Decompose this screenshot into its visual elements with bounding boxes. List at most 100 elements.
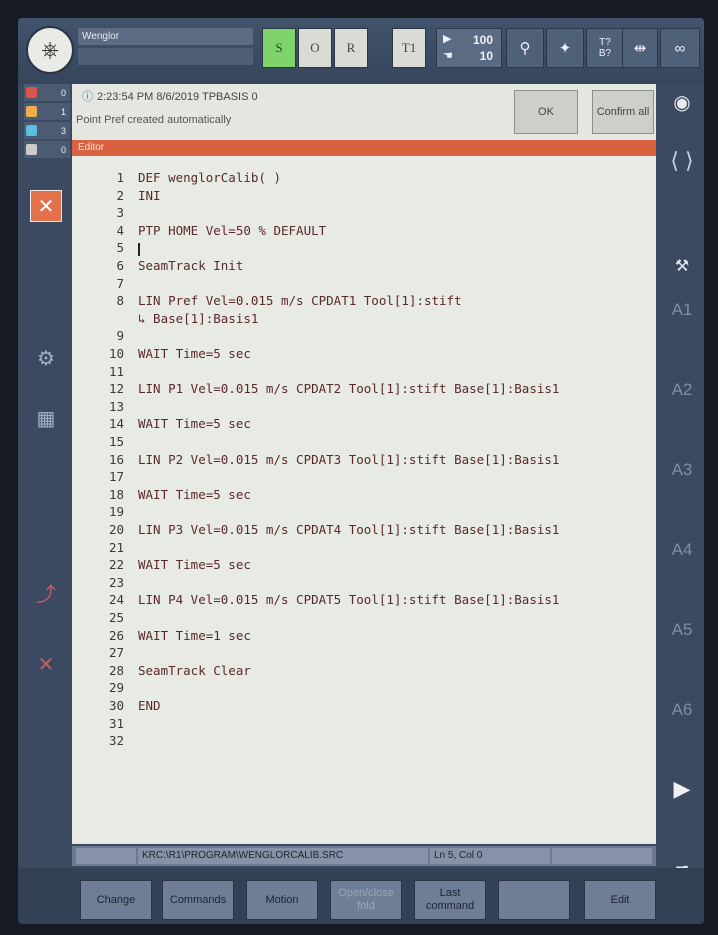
code-line[interactable]: 6 SeamTrack Init (72, 258, 656, 276)
code-line[interactable]: 4 PTP HOME Vel=50 % DEFAULT (72, 223, 656, 241)
motion-button[interactable]: Motion (246, 880, 318, 920)
jog-mode-icon[interactable]: ✦ (546, 28, 584, 68)
axis-label-a5[interactable]: A5 (662, 620, 702, 640)
code-text: LIN P1 Vel=0.015 m/s CPDAT2 Tool[1]:stif… (138, 381, 560, 397)
code-line[interactable]: 2 INI (72, 188, 656, 206)
submit-interpreter-status[interactable]: S (262, 28, 296, 68)
robot-name-field[interactable]: Wenglor (78, 28, 253, 45)
infinity-button[interactable]: ∞ (660, 28, 700, 68)
axis-label-a3[interactable]: A3 (662, 460, 702, 480)
jog-axis-icon[interactable]: ✕ (28, 646, 64, 682)
axis-label-a6[interactable]: A6 (662, 700, 702, 720)
code-line[interactable]: 16 LIN P2 Vel=0.015 m/s CPDAT3 Tool[1]:st… (72, 452, 656, 470)
line-number: 12 (108, 381, 124, 397)
code-line[interactable]: 14 WAIT Time=5 sec (72, 416, 656, 434)
main-menu-button[interactable]: ⎈ (26, 26, 74, 74)
line-number: 27 (108, 645, 124, 661)
line-number: 17 (108, 469, 124, 485)
code-line[interactable]: 28 SeamTrack Clear (72, 663, 656, 681)
message-time: 2:23:54 PM 8/6/2019 TPBASIS 0 (97, 91, 258, 103)
edit-button[interactable]: Edit (584, 880, 656, 920)
last-command-button[interactable]: Last command (414, 880, 486, 920)
code-line[interactable]: 18 WAIT Time=5 sec (72, 487, 656, 505)
operating-mode-status[interactable]: T1 (392, 28, 426, 68)
code-line[interactable]: 24 LIN P4 Vel=0.015 m/s CPDAT5 Tool[1]:st… (72, 592, 656, 610)
code-line[interactable]: 17 (72, 469, 656, 487)
jog-cartesian-icon[interactable]: ⤴ (28, 574, 64, 610)
code-line[interactable]: 32 (72, 733, 656, 751)
jog-override-value: 10 (479, 49, 493, 63)
gear-settings-icon[interactable]: ⚙ (28, 340, 64, 376)
warning-counter[interactable]: 1 (24, 103, 70, 120)
empty-softkey[interactable] (498, 880, 570, 920)
dialog-icon (26, 144, 37, 155)
axis-label-a4[interactable]: A4 (662, 540, 702, 560)
drives-status[interactable]: O (298, 28, 332, 68)
line-number: 26 (108, 627, 124, 643)
error-counter[interactable]: 0 (24, 84, 70, 101)
line-number: 32 (108, 733, 124, 749)
code-line[interactable]: 12 LIN P1 Vel=0.015 m/s CPDAT2 Tool[1]:st… (72, 381, 656, 399)
code-line[interactable]: 10 WAIT Time=5 sec (72, 346, 656, 364)
code-line[interactable]: 22 WAIT Time=5 sec (72, 557, 656, 575)
text-cursor (138, 243, 140, 257)
code-line[interactable]: 26 WAIT Time=1 sec (72, 628, 656, 646)
code-text: PTP HOME Vel=50 % DEFAULT (138, 222, 327, 238)
code-line[interactable]: 5 (72, 240, 656, 258)
start-play-icon[interactable]: ▶ (662, 776, 702, 802)
program-editor[interactable]: 1 DEF wenglorCalib( ) 2 INI 3 4 PTP HOME Vel=5… (72, 156, 656, 844)
code-line[interactable]: 25 (72, 610, 656, 628)
confirm-all-button[interactable]: Confirm all (592, 90, 654, 134)
change-button[interactable]: Change (80, 880, 152, 920)
code-line[interactable]: 20 LIN P3 Vel=0.015 m/s CPDAT4 Tool[1]:st… (72, 522, 656, 540)
code-line[interactable]: 11 (72, 364, 656, 382)
incremental-jog-icon[interactable]: ⇹ (622, 28, 658, 68)
code-line[interactable]: 3 (72, 205, 656, 223)
jog-hand-icon: ☚ (443, 50, 453, 62)
line-number: 28 (108, 662, 124, 678)
code-line[interactable]: 9 (72, 328, 656, 346)
code-text: WAIT Time=5 sec (138, 557, 251, 573)
open-close-fold-button[interactable]: Open/close fold (330, 880, 402, 920)
axis-label-a1[interactable]: A1 (662, 300, 702, 320)
code-line[interactable]: 19 (72, 504, 656, 522)
line-number: 11 (108, 363, 124, 379)
dialog-counter[interactable]: 0 (24, 141, 70, 158)
code-line[interactable]: 23 (72, 575, 656, 593)
program-status-field[interactable] (78, 48, 253, 65)
message-text: Point Pref created automatically (76, 114, 232, 126)
code-line[interactable]: 1 DEF wenglorCalib( ) (72, 170, 656, 188)
info-counter[interactable]: 3 (24, 122, 70, 139)
message-counters[interactable]: 0 1 3 0 (24, 84, 70, 160)
softkey-bar: Change Commands Motion Open/close fold L… (18, 868, 704, 924)
close-icon[interactable]: ✕ (30, 190, 62, 222)
line-number: 21 (108, 539, 124, 555)
robot-interpreter-status[interactable]: R (334, 28, 368, 68)
override-status[interactable]: ▶ 100 ☚ 10 (436, 28, 502, 68)
ok-button[interactable]: OK (514, 90, 578, 134)
code-text: INI (138, 187, 161, 203)
code-line[interactable]: 29 (72, 680, 656, 698)
error-icon (26, 87, 37, 98)
code-line[interactable]: 27 (72, 645, 656, 663)
code-line[interactable]: 15 (72, 434, 656, 452)
globe-icon[interactable]: ◉ (662, 90, 702, 115)
workspace-grid-icon[interactable]: ▦ (28, 400, 64, 436)
code-line[interactable]: 21 (72, 540, 656, 558)
run-mode-icon[interactable]: ⚲ (506, 28, 544, 68)
code-line[interactable]: 30 END (72, 698, 656, 716)
jog-keys-icon[interactable]: ⚒ (662, 256, 702, 276)
space-mouse-icon[interactable]: ⟨ ⟩ (662, 148, 702, 228)
code-text: WAIT Time=1 sec (138, 627, 251, 643)
code-text: LIN P3 Vel=0.015 m/s CPDAT4 Tool[1]:stif… (138, 522, 560, 537)
code-line[interactable]: 7 (72, 276, 656, 294)
line-number: 8 (116, 293, 124, 309)
code-line[interactable]: ↳ Base[1]:Basis1 (72, 311, 656, 329)
line-number: 25 (108, 610, 124, 625)
code-line[interactable]: 31 (72, 716, 656, 734)
tool-base-status[interactable]: T? B? (586, 28, 624, 68)
commands-button[interactable]: Commands (162, 880, 234, 920)
axis-label-a2[interactable]: A2 (662, 380, 702, 400)
code-line[interactable]: 8 LIN Pref Vel=0.015 m/s CPDAT1 Tool[1]:s… (72, 293, 656, 311)
code-line[interactable]: 13 (72, 399, 656, 417)
